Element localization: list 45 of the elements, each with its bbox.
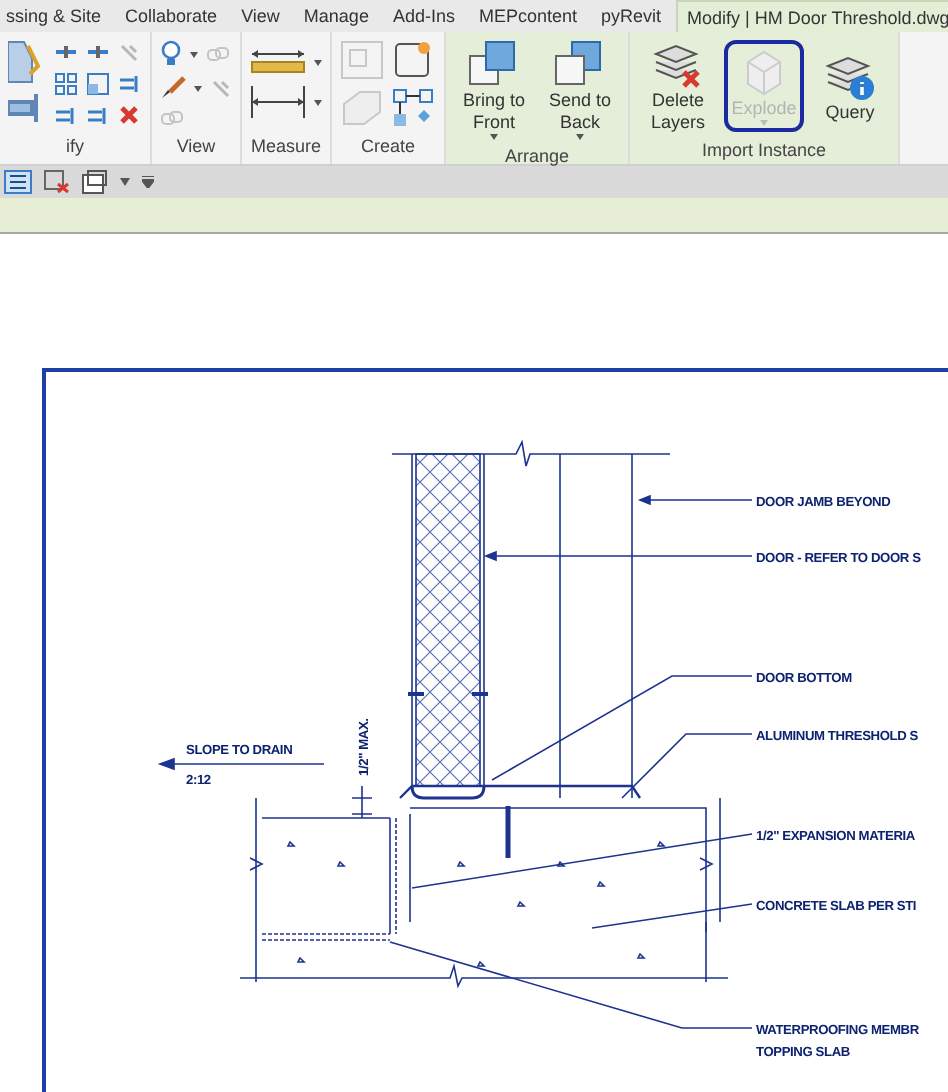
brush-icon[interactable] xyxy=(160,76,186,100)
caret-icon[interactable] xyxy=(314,59,322,65)
panel-label: Measure xyxy=(248,136,323,160)
align-icon[interactable] xyxy=(54,42,78,62)
dimension-icon[interactable] xyxy=(250,84,306,120)
caret-icon[interactable] xyxy=(120,178,130,186)
caret-icon[interactable] xyxy=(190,51,198,57)
customize-icon[interactable] xyxy=(142,176,154,188)
ribbon-tab[interactable]: Collaborate xyxy=(115,0,228,32)
ribbon-tab[interactable]: MEPcontent xyxy=(468,0,588,32)
properties-icon[interactable] xyxy=(4,170,32,194)
scale-icon[interactable] xyxy=(86,71,110,95)
caret-icon[interactable] xyxy=(314,99,322,105)
caret-icon[interactable] xyxy=(576,134,584,140)
ribbon-tab[interactable]: ssing & Site xyxy=(0,0,112,32)
panel-label: ify xyxy=(64,136,86,160)
stacked-squares-icon xyxy=(554,38,606,90)
component-icon[interactable] xyxy=(392,40,436,80)
window-icon[interactable] xyxy=(82,170,108,194)
ribbon-button[interactable]: Bring to Front xyxy=(454,32,534,146)
array-icon[interactable] xyxy=(54,71,78,95)
ribbon-button[interactable]: Send to Back xyxy=(540,32,620,146)
ribbon-button[interactable]: Query xyxy=(810,43,890,129)
panel-label: View xyxy=(174,136,218,160)
panel-label: Import Instance xyxy=(699,140,829,164)
ribbon-tab[interactable]: pyRevit xyxy=(591,0,672,32)
panel-label: Create xyxy=(358,136,417,160)
bulb-icon[interactable] xyxy=(160,40,182,68)
select-remove-icon[interactable] xyxy=(44,170,70,194)
measure-icon[interactable] xyxy=(250,48,306,76)
delete-icon[interactable] xyxy=(118,104,140,126)
align-icon[interactable] xyxy=(86,42,110,62)
trim-icon[interactable] xyxy=(54,103,78,127)
trim-icon[interactable] xyxy=(118,71,142,95)
flow-icon[interactable] xyxy=(392,88,436,128)
ribbon-tab[interactable]: View xyxy=(231,0,290,32)
panel-label: Arrange xyxy=(502,146,572,166)
ribbon-tab[interactable]: Manage xyxy=(293,0,379,32)
trim-icon[interactable] xyxy=(86,103,110,127)
caret-icon[interactable] xyxy=(490,134,498,140)
ribbon-button[interactable]: Delete Layers xyxy=(638,32,718,140)
caret-icon[interactable] xyxy=(194,85,202,91)
ribbon-tab[interactable]: Add-Ins xyxy=(382,0,465,32)
ribbon-tab[interactable]: Modify | HM Door Threshold.dwg xyxy=(675,0,948,32)
stacked-squares-icon xyxy=(468,38,520,90)
